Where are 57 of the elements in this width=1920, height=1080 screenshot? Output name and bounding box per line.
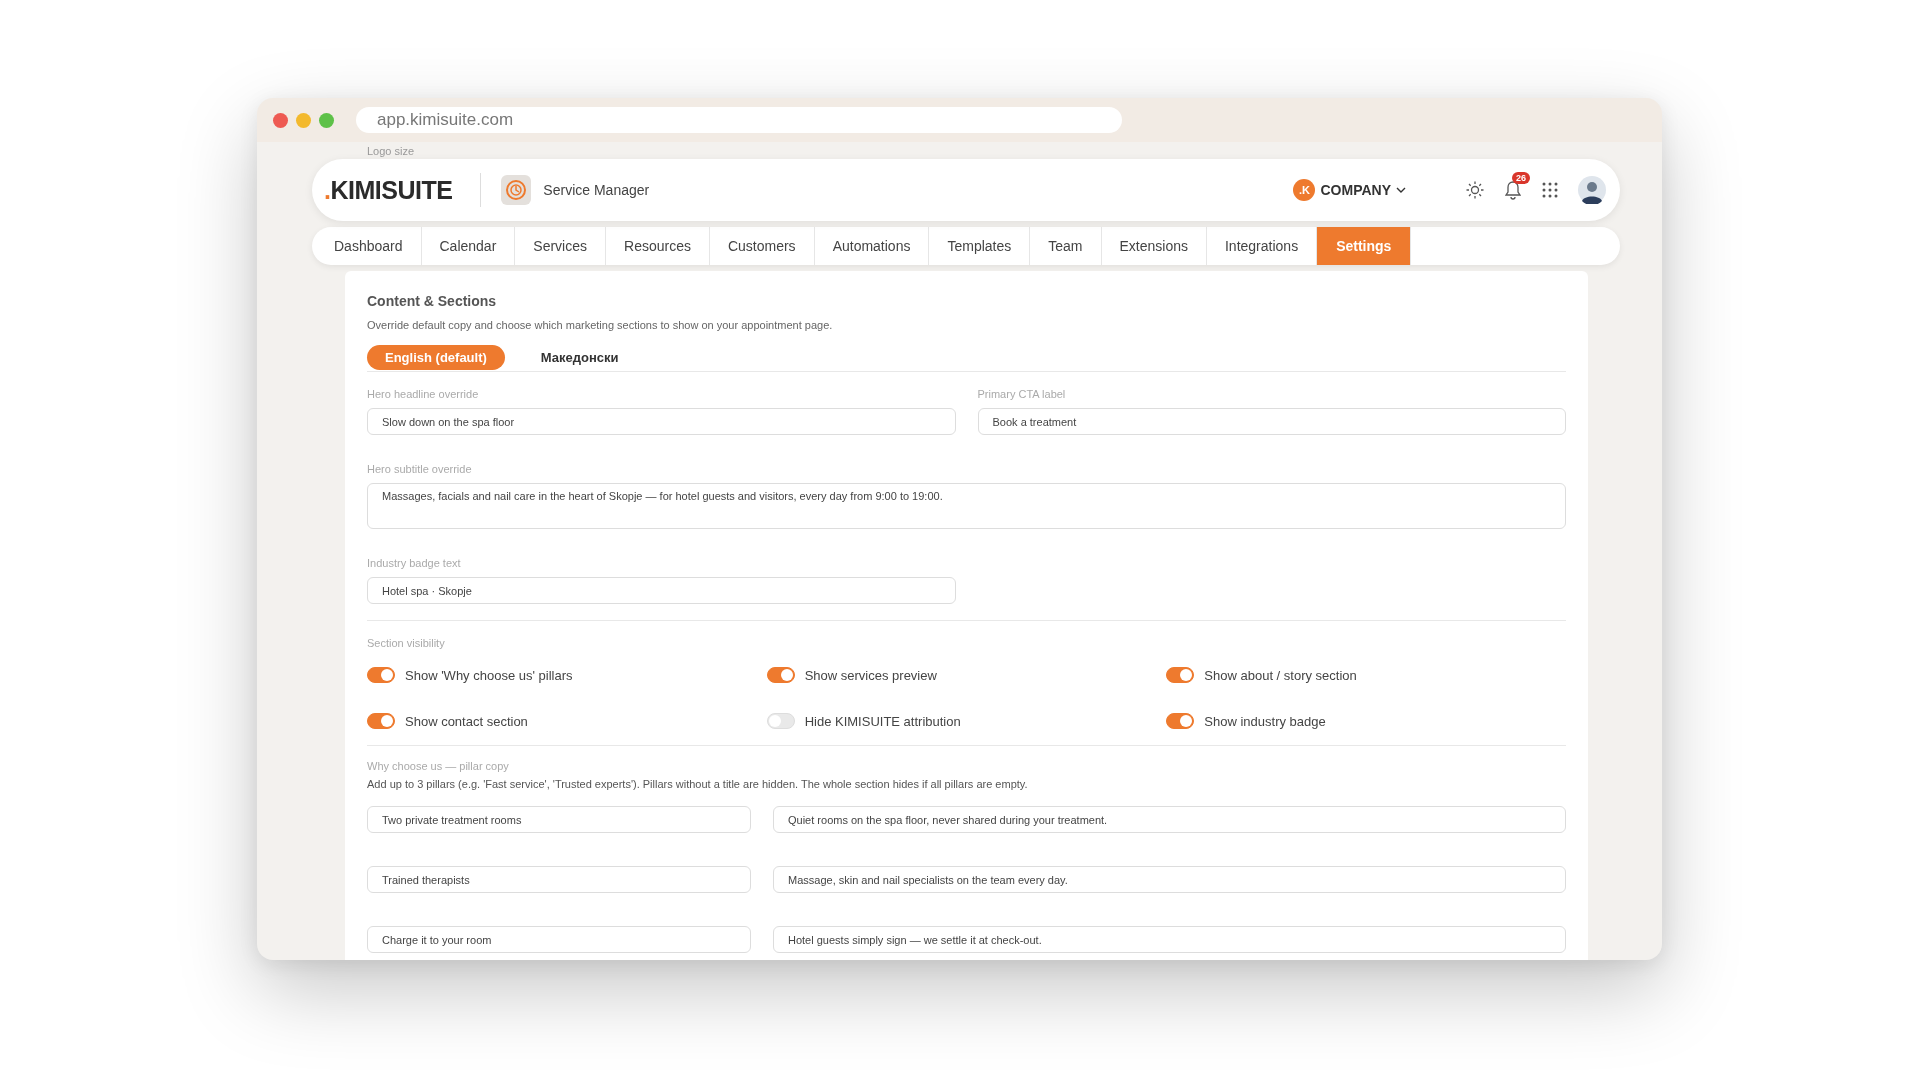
nav-tab[interactable]: Calendar — [421, 227, 516, 265]
field-label: Section visibility — [367, 637, 446, 649]
toggle-label: Show 'Why choose us' pillars — [405, 667, 573, 683]
toggle-label: Show contact section — [405, 713, 528, 729]
sun-icon[interactable] — [1466, 181, 1484, 199]
text-field[interactable]: Slow down on the spa floor — [367, 408, 956, 435]
text-field[interactable]: Hotel guests simply sign — we settle it at check-out. — [773, 926, 1566, 953]
nav-tab[interactable]: Customers — [709, 227, 815, 265]
nav-tab[interactable]: Team — [1030, 227, 1102, 265]
bell-icon[interactable] — [1504, 180, 1522, 200]
text-area[interactable]: Massages, facials and nail care in the heart of Skopje — for hotel guests and visitors, every day from 9:00 to 19:00. — [367, 483, 1566, 529]
company-avatar: .K — [1293, 179, 1316, 201]
text-field[interactable]: Massage, skin and nail specialists on the team every day. — [773, 866, 1566, 893]
logo[interactable]: .KIMISUITE — [324, 175, 453, 205]
field-label: Industry badge text — [367, 557, 462, 569]
chevron-down-icon — [1396, 187, 1406, 193]
text-field[interactable]: Quiet rooms on the spa floor, never shared during your treatment. — [773, 806, 1566, 833]
toggle-switch[interactable] — [1166, 667, 1195, 683]
text-field[interactable]: Hotel spa · Skopje — [367, 577, 956, 604]
nav-tab[interactable]: Dashboard — [316, 227, 422, 265]
toggle-switch[interactable] — [1166, 713, 1195, 729]
text-field[interactable]: Two private treatment rooms — [367, 806, 751, 833]
close-window-button[interactable] — [273, 112, 288, 128]
avatar-icon[interactable] — [1578, 176, 1606, 204]
text-field[interactable]: Book a treatment — [977, 408, 1566, 435]
nav-tab[interactable]: Extensions — [1101, 227, 1207, 265]
field-label: Primary CTA label — [977, 388, 1067, 400]
toggle-switch[interactable] — [367, 713, 395, 729]
company-switcher[interactable]: .K COMPANY — [1293, 179, 1406, 201]
field-label: Why choose us — pillar copy — [367, 760, 510, 772]
toggle-label: Show about / story section — [1204, 667, 1357, 683]
address-bar[interactable]: app.kimisuite.com — [356, 107, 1122, 133]
company-name: COMPANY — [1320, 182, 1391, 198]
help-text: Add up to 3 pillars (e.g. 'Fast service', 'Trusted experts'). Pillars without a title are hidden. The whole section hides if all pillars are empty. — [367, 778, 1029, 790]
text-field[interactable]: Trained therapists — [367, 866, 751, 893]
field-label: Hero headline override — [367, 388, 480, 400]
language-tab[interactable]: Македонски — [522, 345, 637, 370]
section-title: Content & Sections — [367, 293, 498, 309]
maximize-window-button[interactable] — [319, 112, 334, 128]
nav-tab[interactable]: Services — [515, 227, 606, 265]
minimize-window-button[interactable] — [296, 112, 311, 128]
nav-tab[interactable]: Templates — [929, 227, 1031, 265]
field-label: Logo size — [367, 145, 416, 158]
section-description: Override default copy and choose which marketing sections to show on your appointment page. — [367, 319, 834, 331]
notification-count: 26 — [1512, 172, 1530, 184]
toggle-label: Hide KIMISUITE attribution — [804, 713, 961, 729]
nav-tab[interactable]: Resources — [606, 227, 710, 265]
toggle-switch[interactable] — [766, 667, 795, 683]
text-field[interactable]: Charge it to your room — [367, 926, 751, 953]
field-label: Hero subtitle override — [367, 463, 473, 475]
toggle-switch[interactable] — [367, 667, 395, 683]
toggle-label: Show services preview — [804, 667, 937, 683]
app-icon[interactable] — [501, 175, 532, 205]
nav-tab[interactable]: Automations — [814, 227, 930, 265]
apps-grid-icon[interactable] — [1542, 182, 1558, 198]
toggle-label: Show industry badge — [1204, 713, 1326, 729]
app-name: Service Manager — [543, 182, 650, 198]
